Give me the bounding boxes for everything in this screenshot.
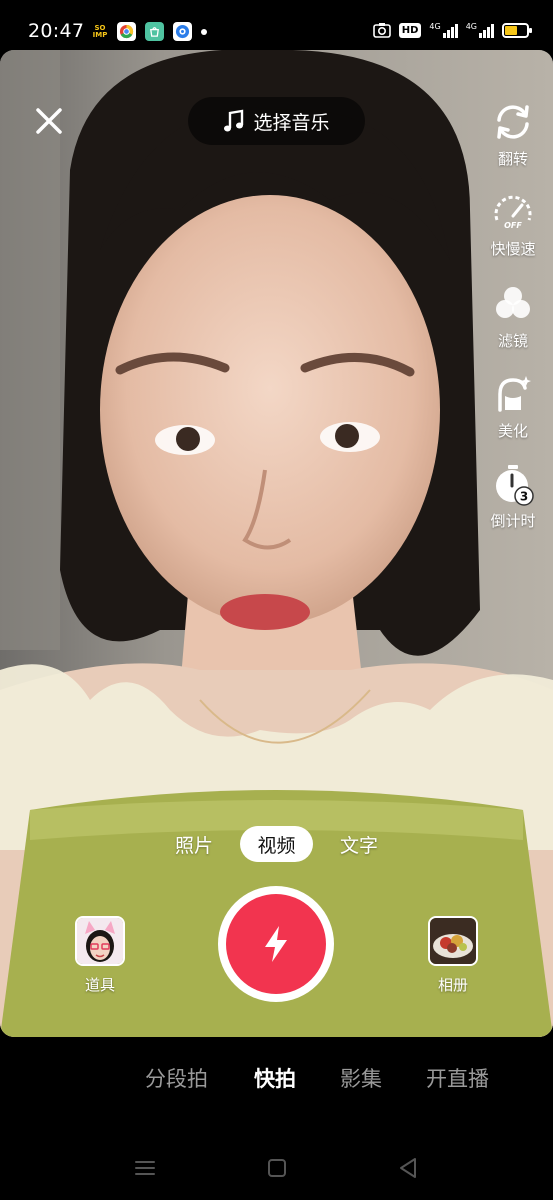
fruit-plate-photo-icon [430, 918, 476, 964]
svg-text:3: 3 [520, 490, 528, 504]
lightning-icon [265, 926, 287, 962]
select-music-label: 选择音乐 [253, 111, 330, 134]
props-label: 道具 [84, 976, 115, 994]
signal-icon-1: 4G [429, 22, 458, 38]
chrome-app-icon [117, 22, 136, 41]
tab-album-movie[interactable]: 影集 [340, 1063, 382, 1093]
system-navigation-bar [0, 1135, 553, 1200]
menu-icon [135, 1161, 155, 1175]
back-icon [400, 1158, 416, 1178]
filter-label: 滤镜 [497, 332, 528, 350]
status-bar: 20:47 SO IMP HD 4G 4G [0, 0, 553, 50]
flip-camera-button[interactable]: 翻转 [473, 100, 553, 169]
beautify-icon [498, 376, 531, 412]
shopping-app-icon [145, 22, 164, 41]
tab-quick-shoot[interactable]: 快拍 [254, 1063, 296, 1093]
battery-level [505, 25, 517, 35]
tab-photo[interactable]: 照片 [163, 826, 225, 862]
battery-icon [502, 22, 532, 38]
cat-ears-sticker-icon [77, 918, 123, 964]
props-button[interactable]: 道具 [72, 916, 128, 995]
filter-button[interactable]: 滤镜 [473, 282, 553, 351]
home-button[interactable] [262, 1153, 292, 1183]
svg-text:OFF: OFF [504, 221, 522, 230]
camera-in-use-icon [372, 23, 391, 38]
album-thumbnail [428, 916, 478, 966]
album-button[interactable]: 相册 [425, 916, 481, 995]
recent-apps-button[interactable] [130, 1153, 160, 1183]
hd-voice-icon: HD [398, 22, 422, 38]
status-time: 20:47 [28, 20, 85, 42]
system-icons: HD 4G 4G [372, 22, 532, 38]
countdown-button[interactable]: 3 倒计时 [473, 462, 553, 531]
props-thumbnail [75, 916, 125, 966]
tab-text[interactable]: 文字 [328, 826, 390, 862]
signal-icon-2: 4G [466, 22, 494, 38]
speed-gauge-icon: OFF [494, 195, 532, 230]
countdown-label: 倒计时 [490, 512, 536, 530]
close-button[interactable] [30, 102, 68, 140]
capture-mode-tabs: 照片 视频 文字 [0, 822, 553, 866]
speed-button[interactable]: OFF 快慢速 [473, 190, 553, 259]
beautify-button[interactable]: 美化 [473, 372, 553, 441]
soimp-icon: SO IMP [92, 23, 108, 39]
tab-segment-shoot[interactable]: 分段拍 [145, 1063, 208, 1093]
camera-viewfinder[interactable]: 选择音乐 翻转 OFF 快慢速 滤镜 美化 3 倒计时 照片 视频 文字 道具 … [0, 50, 553, 1037]
shutter-button[interactable] [218, 886, 334, 1002]
flip-camera-label: 翻转 [497, 150, 528, 168]
home-icon [268, 1159, 286, 1177]
album-label: 相册 [437, 976, 468, 994]
beautify-label: 美化 [497, 422, 528, 440]
timer-icon: 3 [496, 465, 534, 506]
tab-go-live[interactable]: 开直播 [426, 1063, 489, 1093]
select-music-button[interactable]: 选择音乐 [188, 97, 365, 145]
filter-icon [496, 287, 530, 318]
back-button[interactable] [393, 1153, 423, 1183]
tab-video[interactable]: 视频 [240, 826, 313, 862]
camera-screen: 20:47 SO IMP HD 4G 4G 选择音乐 翻转 OFF 快慢速 滤镜… [0, 0, 553, 1200]
shutter-core [226, 894, 326, 994]
speed-label: 快慢速 [490, 240, 536, 258]
notification-icons: SO IMP [92, 22, 207, 41]
close-icon [36, 108, 62, 134]
more-notifications-dot [201, 28, 207, 35]
shoot-type-tabs: 分段拍 快拍 影集 开直播 [0, 1055, 553, 1103]
flip-camera-icon [497, 105, 529, 139]
browser-app-icon [173, 22, 192, 41]
music-note-icon [224, 109, 244, 132]
